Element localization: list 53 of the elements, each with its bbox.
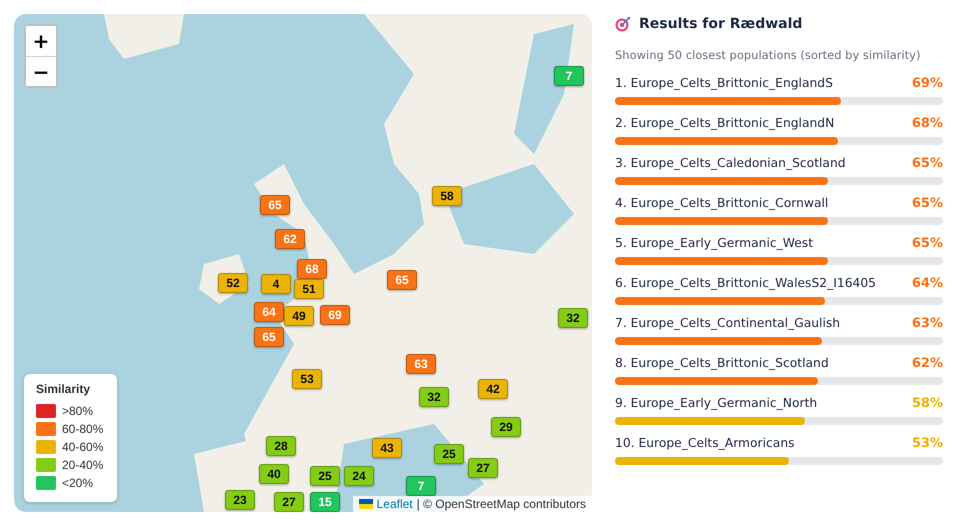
results-title: Results for Rædwald (639, 16, 802, 32)
map-marker[interactable]: 43 (372, 438, 402, 458)
target-icon (615, 16, 631, 32)
map-marker[interactable]: 27 (468, 458, 498, 478)
population-label: 10. Europe_Celts_Armoricans (615, 436, 795, 450)
map-marker[interactable]: 49 (284, 306, 314, 326)
population-label: 2. Europe_Celts_Brittonic_EnglandN (615, 116, 834, 130)
map-marker[interactable]: 25 (310, 466, 340, 486)
legend-title: Similarity (36, 382, 92, 396)
map-marker[interactable]: 25 (434, 444, 464, 464)
flag-icon (358, 499, 373, 509)
similarity-percent: 53% (912, 436, 943, 451)
map-marker[interactable]: 40 (259, 464, 289, 484)
similarity-percent: 65% (912, 156, 943, 171)
legend-label: 20-40% (62, 458, 104, 472)
similarity-percent: 64% (912, 276, 943, 291)
similarity-percent: 58% (912, 396, 943, 411)
population-label: 1. Europe_Celts_Brittonic_EnglandS (615, 76, 833, 90)
similarity-percent: 69% (912, 76, 943, 91)
map[interactable]: + − 65 62 68 52 4 51 64 49 69 65 53 58 7 65 63 32 42 29 43 32 28 40 23 24 27 25 27 7 25 15 Similarity >80% 60-80% 40-60% 20-40% <20% Leaflet | © OpenStreetMap contributors (14, 14, 592, 512)
results-subtitle: Showing 50 closest populations (sorted by similarity) (615, 48, 922, 62)
similarity-percent: 68% (912, 116, 943, 131)
similarity-percent: 65% (912, 196, 943, 211)
map-marker[interactable]: 51 (294, 279, 324, 299)
legend-label: 60-80% (62, 422, 104, 436)
population-label: 9. Europe_Early_Germanic_North (615, 396, 818, 410)
map-marker[interactable]: 27 (274, 492, 304, 512)
population-label: 8. Europe_Celts_Brittonic_Scotland (615, 356, 829, 370)
map-marker[interactable]: 52 (218, 273, 248, 293)
map-marker[interactable]: 32 (419, 387, 449, 407)
map-marker[interactable]: 23 (225, 490, 255, 510)
map-marker[interactable]: 4 (261, 274, 291, 294)
population-label: 7. Europe_Celts_Continental_Gaulish (615, 316, 840, 330)
legend-label: 40-60% (62, 440, 104, 454)
similarity-percent: 63% (912, 316, 943, 331)
similarity-percent: 65% (912, 236, 943, 251)
legend-label: <20% (62, 476, 94, 490)
population-label: 6. Europe_Celts_Brittonic_WalesS2_I16405 (615, 276, 876, 290)
legend-label: >80% (62, 404, 94, 418)
population-label: 3. Europe_Celts_Caledonian_Scotland (615, 156, 846, 170)
map-marker[interactable]: 28 (266, 436, 296, 456)
similarity-percent: 62% (912, 356, 943, 371)
map-marker[interactable]: 24 (344, 466, 374, 486)
map-marker[interactable]: 53 (292, 369, 322, 389)
leaflet-link[interactable]: Leaflet (376, 497, 413, 511)
population-label: 4. Europe_Celts_Brittonic_Cornwall (615, 196, 828, 210)
population-label: 5. Europe_Early_Germanic_West (615, 236, 814, 250)
map-marker[interactable]: 32 (558, 308, 588, 328)
map-marker[interactable]: 42 (478, 379, 508, 399)
map-marker[interactable]: 29 (491, 417, 521, 437)
map-marker[interactable]: 58 (432, 186, 462, 206)
attribution-text: | © OpenStreetMap contributors (416, 497, 586, 511)
zoom-out-button[interactable]: − (26, 56, 56, 86)
